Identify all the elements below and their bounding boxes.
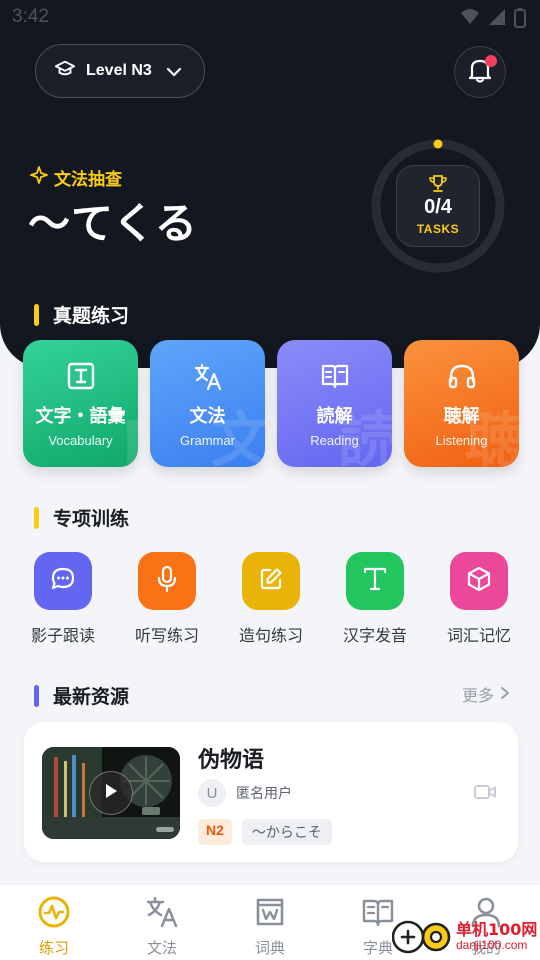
more-resources-link[interactable]: 更多 <box>462 682 510 706</box>
graduation-cap-icon <box>54 59 76 83</box>
chevron-down-icon <box>166 62 182 81</box>
training-label: 影子跟读 <box>30 626 95 645</box>
resource-card[interactable]: 伪物语 U 匿名用户 N2 ～からこそ <box>24 722 518 862</box>
dictionary-icon <box>253 895 287 933</box>
section-bar <box>34 684 39 707</box>
book-icon <box>361 895 395 933</box>
wifi-icon <box>460 8 480 32</box>
training-label: 听写练习 <box>134 626 199 645</box>
level-tag: N2 <box>198 819 232 845</box>
watermark-text: 单机100网 <box>456 920 538 939</box>
tasks-label: TASKS <box>416 222 460 236</box>
latest-resources-title: 最新资源 <box>53 686 130 708</box>
activity-icon <box>37 895 71 933</box>
nav-label: 练习 <box>38 939 69 957</box>
cube-icon <box>466 566 492 596</box>
card-reading[interactable]: 読解 Reading 読 <box>277 340 392 467</box>
translate-icon <box>193 362 223 392</box>
practice-cards: 文字・語彙 Vocabulary I 文法 Grammar 文 読解 Readi… <box>23 340 519 468</box>
notifications-button[interactable] <box>454 46 506 98</box>
tasks-count: 0/4 <box>424 196 452 218</box>
play-icon <box>103 782 119 804</box>
letter-t-icon <box>362 566 388 596</box>
text-box-icon <box>67 362 95 392</box>
training-icon-tile <box>34 552 92 610</box>
level-selector[interactable]: Level N3 <box>35 44 205 98</box>
headphones-icon <box>447 362 477 392</box>
grammar-tag: ～からこそ <box>241 819 332 845</box>
translate-icon <box>145 895 179 933</box>
training-sentence-making[interactable]: 造句练习 <box>221 552 321 646</box>
edit-icon <box>259 567 283 595</box>
play-button[interactable] <box>89 771 133 815</box>
section-bar <box>34 506 39 529</box>
card-subtitle: Vocabulary <box>48 433 113 448</box>
training-icon-tile <box>242 552 300 610</box>
training-label: 造句练习 <box>238 626 303 645</box>
training-shadowing[interactable]: 影子跟读 <box>13 552 113 646</box>
open-book-icon <box>320 362 350 392</box>
status-bar: 3:42 <box>0 0 540 36</box>
card-watermark: I <box>121 409 138 467</box>
nav-label: 字典 <box>362 939 393 957</box>
tasks-box[interactable]: 0/4 TASKS <box>396 165 480 247</box>
level-label: Level N3 <box>86 62 152 79</box>
grammar-quiz-tag: 文法抽查 <box>30 165 122 190</box>
training-kanji-pronunciation[interactable]: 汉字发音 <box>325 552 425 646</box>
nav-grammar[interactable]: 文法 <box>108 895 216 958</box>
training-icon-tile <box>450 552 508 610</box>
card-watermark: 読 <box>338 406 392 467</box>
training-label: 词汇记忆 <box>446 626 511 645</box>
battery-icon <box>514 8 526 32</box>
training-row: 影子跟读 听写练习 造句练习 汉字发音 词汇记忆 <box>0 552 540 648</box>
training-dictation[interactable]: 听写练习 <box>117 552 217 646</box>
watermark-url: danji100.com <box>456 938 528 952</box>
status-icons <box>460 8 526 32</box>
nav-label: 词典 <box>254 939 285 957</box>
status-time: 3:42 <box>12 6 49 27</box>
nav-dictionary[interactable]: 词典 <box>216 895 324 958</box>
chat-bubble-icon <box>50 566 76 596</box>
nav-label: 文法 <box>146 939 177 957</box>
chevron-right-icon <box>500 685 510 704</box>
grammar-quiz-label: 文法抽查 <box>54 170 122 190</box>
more-label: 更多 <box>462 686 495 705</box>
grammar-pattern-title[interactable]: ～てくる <box>28 190 198 251</box>
video-thumbnail[interactable] <box>42 747 180 839</box>
video-camera-icon <box>474 784 496 804</box>
signal-icon <box>488 8 506 32</box>
special-training-title: 专项训练 <box>53 508 130 530</box>
card-listening[interactable]: 聴解 Listening 聴 <box>404 340 519 467</box>
avatar: U <box>198 779 226 807</box>
sparkle-icon <box>30 166 48 189</box>
microphone-icon <box>155 565 179 597</box>
card-title: 文字・語彙 <box>35 406 126 427</box>
training-icon-tile <box>138 552 196 610</box>
latest-resources-heading: 最新资源 <box>34 682 129 709</box>
card-grammar[interactable]: 文法 Grammar 文 <box>150 340 265 467</box>
exam-practice-title: 真题练习 <box>53 305 130 327</box>
card-vocabulary[interactable]: 文字・語彙 Vocabulary I <box>23 340 138 467</box>
watermark-logo <box>392 920 451 954</box>
training-vocab-memory[interactable]: 词汇记忆 <box>429 552 529 646</box>
resource-tags: N2 ～からこそ <box>198 819 332 845</box>
card-watermark: 文 <box>211 406 265 467</box>
card-watermark: 聴 <box>465 406 519 467</box>
nav-practice[interactable]: 练习 <box>0 895 108 958</box>
resource-author: U 匿名用户 <box>198 779 292 807</box>
training-label: 汉字发音 <box>342 626 407 645</box>
resource-title: 伪物语 <box>198 748 265 773</box>
site-watermark: 单机100网 danji100.com <box>392 910 540 960</box>
header-panel: 3:42 Level N3 文法抽查 ～てくる 0/4 TASKS 真题练习 <box>0 0 540 368</box>
exam-practice-heading: 真题练习 <box>34 301 129 328</box>
section-bar <box>34 303 39 326</box>
training-icon-tile <box>346 552 404 610</box>
trophy-icon <box>428 175 448 197</box>
author-name: 匿名用户 <box>236 786 292 802</box>
notification-badge <box>485 55 497 67</box>
special-training-heading: 专项训练 <box>34 504 129 531</box>
